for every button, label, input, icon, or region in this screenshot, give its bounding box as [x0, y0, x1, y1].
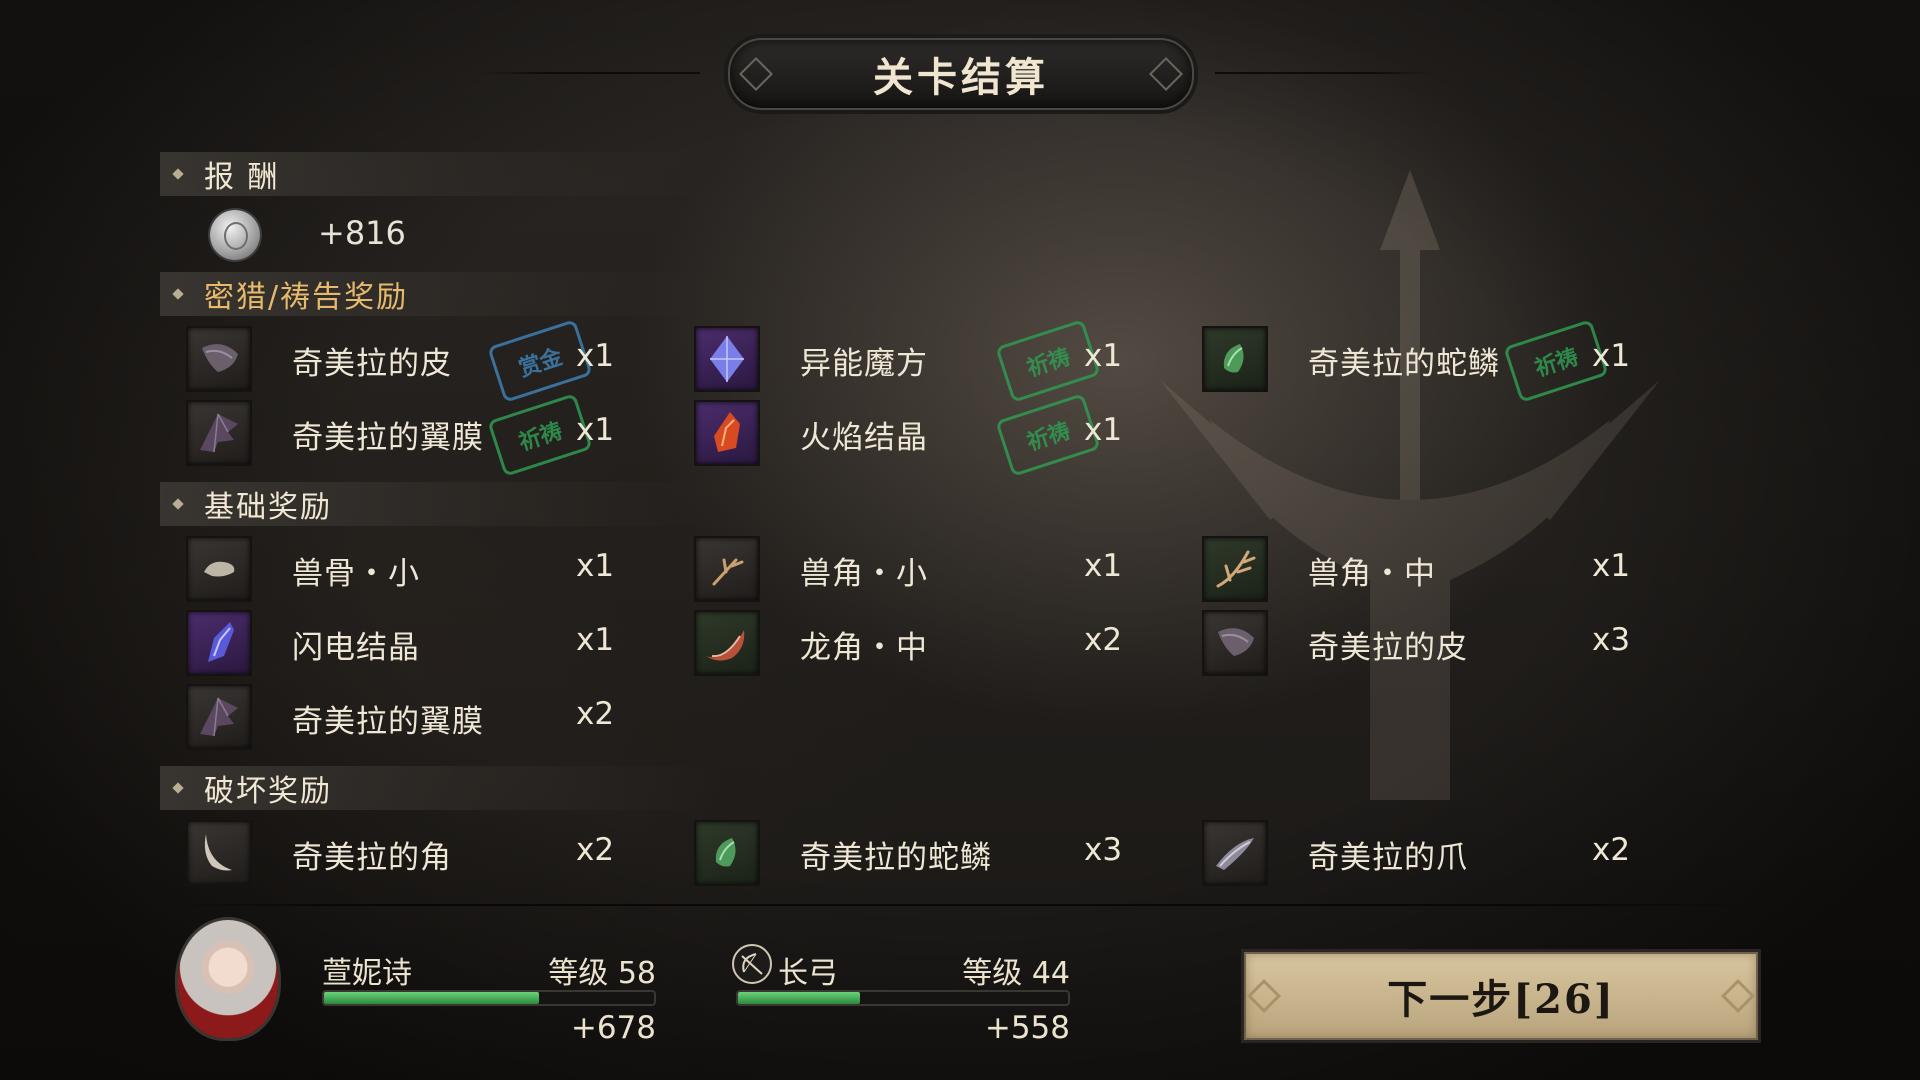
reward-item[interactable]: 兽骨・小 x1	[186, 536, 646, 602]
next-step-label: 下一步[26]	[1387, 976, 1615, 1023]
section-header-reward: 报 酬	[160, 152, 720, 196]
section-title: 基础奖励	[204, 490, 332, 525]
bone-icon	[186, 536, 252, 602]
section-header-basic: 基础奖励	[160, 482, 720, 526]
antler-icon	[1202, 536, 1268, 602]
dragon-horn-icon	[694, 610, 760, 676]
item-name: 奇美拉的翼膜	[292, 704, 484, 740]
reward-item[interactable]: 兽角・中 x1	[1202, 536, 1662, 602]
item-name: 兽角・中	[1308, 556, 1436, 592]
divider	[160, 904, 1760, 906]
character-name: 萱妮诗	[322, 956, 412, 991]
reward-item[interactable]: 奇美拉的蛇鳞 x3	[694, 820, 1154, 886]
reward-item[interactable]: 火焰结晶 祈祷 x1	[694, 393, 1154, 477]
weapon-name: 长弓	[778, 956, 838, 991]
reward-item[interactable]: 奇美拉的翼膜 祈祷 x1	[186, 393, 646, 477]
title-plate: 关卡结算	[728, 38, 1194, 110]
item-quantity: x1	[576, 622, 615, 658]
character-exp-gain: +678	[570, 1010, 656, 1046]
item-name: 奇美拉的翼膜	[292, 420, 484, 456]
character-exp-bar	[322, 990, 656, 1006]
item-name: 奇美拉的爪	[1308, 840, 1468, 876]
character-avatar[interactable]	[178, 920, 278, 1038]
item-quantity: x1	[1084, 412, 1123, 448]
section-title: 报 酬	[204, 160, 280, 195]
wing-membrane-icon	[186, 400, 252, 466]
item-name: 奇美拉的皮	[292, 346, 452, 382]
character-level: 等级 58	[548, 956, 656, 991]
reward-item[interactable]: 兽角・小 x1	[694, 536, 1154, 602]
item-quantity: x2	[576, 696, 615, 732]
item-name: 奇美拉的皮	[1308, 630, 1468, 666]
wing-membrane-icon	[186, 684, 252, 750]
weapon-exp-fill	[738, 992, 861, 1004]
section-header-hunt-prayer: 密猎/祷告奖励	[160, 272, 720, 316]
bow-icon	[732, 944, 772, 984]
item-quantity: x3	[1592, 622, 1631, 658]
title-line-right	[1215, 72, 1435, 74]
button-ornament-icon	[1721, 979, 1755, 1013]
item-quantity: x1	[1592, 338, 1631, 374]
section-title: 破坏奖励	[204, 774, 332, 809]
reward-item[interactable]: 龙角・中 x2	[694, 610, 1154, 676]
hide-icon	[186, 326, 252, 392]
item-name: 奇美拉的角	[292, 840, 452, 876]
item-quantity: x1	[1084, 338, 1123, 374]
crystal-cube-icon	[694, 326, 760, 392]
weapon-exp-bar	[736, 990, 1070, 1006]
ornament-icon	[739, 57, 773, 91]
coin-reward-value: +816	[318, 214, 406, 252]
title-bar: 关卡结算	[0, 38, 1920, 110]
item-name: 异能魔方	[800, 346, 928, 382]
item-name: 火焰结晶	[800, 420, 928, 456]
reward-item[interactable]: 奇美拉的翼膜 x2	[186, 684, 646, 750]
section-title: 密猎/祷告奖励	[204, 280, 409, 315]
diamond-bullet-icon	[172, 288, 184, 300]
item-quantity: x1	[576, 412, 615, 448]
item-name: 龙角・中	[800, 630, 928, 666]
diamond-bullet-icon	[172, 168, 184, 180]
hide-icon	[1202, 610, 1268, 676]
guild-emblem-watermark	[1160, 170, 1660, 800]
diamond-bullet-icon	[172, 498, 184, 510]
section-header-destroy: 破坏奖励	[160, 766, 720, 810]
item-quantity: x3	[1084, 832, 1123, 868]
reward-item[interactable]: 异能魔方 祈祷 x1	[694, 319, 1154, 403]
item-name: 兽骨・小	[292, 556, 420, 592]
scale-icon	[694, 820, 760, 886]
fire-crystal-icon	[694, 400, 760, 466]
lightning-crystal-icon	[186, 610, 252, 676]
item-quantity: x2	[576, 832, 615, 868]
item-quantity: x2	[1084, 622, 1123, 658]
diamond-bullet-icon	[172, 782, 184, 794]
weapon-exp-gain: +558	[984, 1010, 1070, 1046]
item-name: 奇美拉的蛇鳞	[800, 840, 992, 876]
horn-icon	[186, 820, 252, 886]
ornament-icon	[1149, 57, 1183, 91]
item-quantity: x2	[1592, 832, 1631, 868]
claw-icon	[1202, 820, 1268, 886]
reward-item[interactable]: 闪电结晶 x1	[186, 610, 646, 676]
reward-item[interactable]: 奇美拉的角 x2	[186, 820, 646, 886]
item-quantity: x1	[1084, 548, 1123, 584]
next-step-button[interactable]: 下一步[26]	[1244, 952, 1758, 1040]
weapon-level: 等级 44	[962, 956, 1070, 991]
item-name: 兽角・小	[800, 556, 928, 592]
title-line-left	[480, 72, 700, 74]
item-name: 奇美拉的蛇鳞	[1308, 346, 1500, 382]
antler-icon	[694, 536, 760, 602]
reward-item[interactable]: 奇美拉的皮 赏金 x1	[186, 319, 646, 403]
item-quantity: x1	[576, 338, 615, 374]
button-ornament-icon	[1247, 979, 1281, 1013]
scale-icon	[1202, 326, 1268, 392]
page-title: 关卡结算	[873, 54, 1049, 101]
silver-coin-icon	[210, 210, 260, 260]
item-quantity: x1	[1592, 548, 1631, 584]
reward-item[interactable]: 奇美拉的爪 x2	[1202, 820, 1662, 886]
reward-item[interactable]: 奇美拉的皮 x3	[1202, 610, 1662, 676]
reward-item[interactable]: 奇美拉的蛇鳞 祈祷 x1	[1202, 319, 1662, 403]
item-quantity: x1	[576, 548, 615, 584]
character-exp-fill	[324, 992, 539, 1004]
item-name: 闪电结晶	[292, 630, 420, 666]
